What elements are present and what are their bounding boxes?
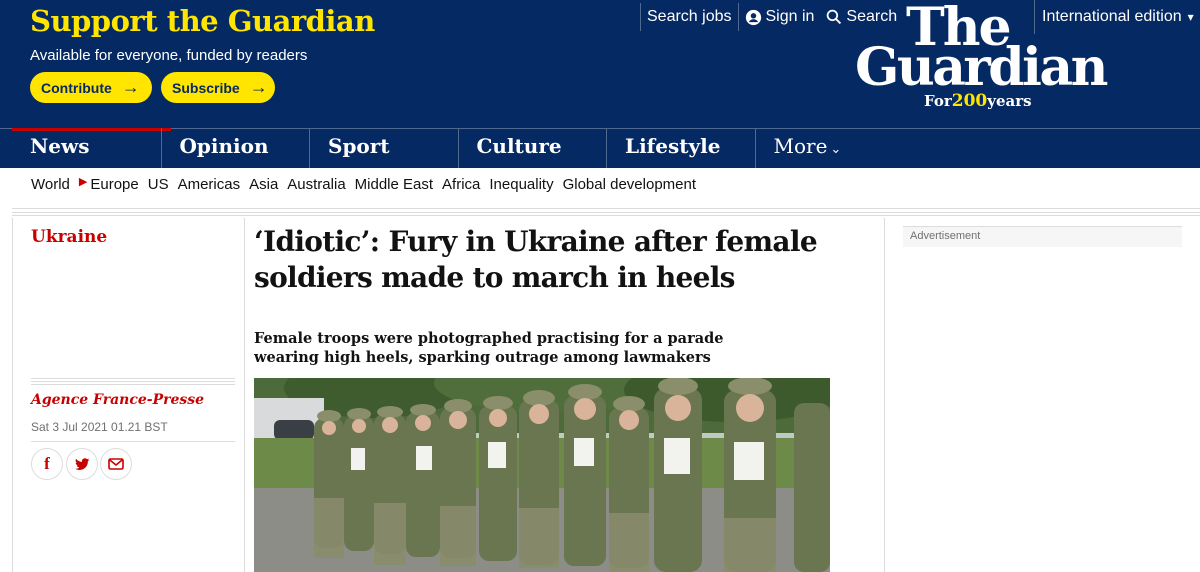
current-section-icon: ▶ bbox=[78, 176, 88, 188]
contribute-button[interactable]: Contribute → bbox=[30, 72, 152, 103]
subscribe-button[interactable]: Subscribe → bbox=[161, 72, 275, 103]
logo-for: For bbox=[924, 92, 952, 110]
divider bbox=[31, 378, 235, 386]
subnav-item-middle-east[interactable]: Middle East bbox=[355, 176, 433, 193]
email-icon bbox=[108, 458, 124, 470]
facebook-icon: f bbox=[44, 454, 50, 473]
pillar-sport[interactable]: Sport bbox=[309, 128, 458, 168]
subnav-item-europe[interactable]: Europe bbox=[90, 176, 138, 193]
search-jobs-label: Search jobs bbox=[647, 8, 732, 25]
subnav-item-world[interactable]: World bbox=[31, 176, 70, 193]
section-label[interactable]: Ukraine bbox=[31, 227, 107, 247]
user-icon bbox=[745, 9, 761, 25]
subnav-item-us[interactable]: US bbox=[148, 176, 169, 193]
subnav-item-global-development[interactable]: Global development bbox=[563, 176, 696, 193]
chevron-down-icon: ⌄ bbox=[830, 142, 842, 157]
pillar-culture[interactable]: Culture bbox=[457, 128, 607, 168]
search-link[interactable]: Search bbox=[820, 0, 903, 34]
edition-label: International edition bbox=[1042, 8, 1182, 25]
support-title: Support the Guardian bbox=[30, 4, 375, 38]
logo-guardian[interactable]: Guardian bbox=[855, 42, 1108, 94]
advertisement-label: Advertisement bbox=[903, 226, 1182, 247]
email-share-button[interactable] bbox=[100, 448, 132, 480]
masthead: Support the Guardian Available for every… bbox=[0, 0, 1200, 168]
subnav-item-asia[interactable]: Asia bbox=[249, 176, 278, 193]
article-headline: ‘Idiotic’: Fury in Ukraine after female … bbox=[254, 225, 818, 294]
subnav-item-americas[interactable]: Americas bbox=[178, 176, 241, 193]
top-links: Search jobs Sign in Search bbox=[640, 0, 903, 34]
byline[interactable]: Agence France-Presse bbox=[31, 392, 204, 408]
search-jobs-link[interactable]: Search jobs bbox=[641, 0, 738, 34]
facebook-share-button[interactable]: f bbox=[31, 448, 63, 480]
contribute-label: Contribute bbox=[41, 79, 112, 96]
divider bbox=[31, 441, 235, 442]
article-photo bbox=[254, 378, 830, 572]
twitter-icon bbox=[74, 457, 89, 470]
search-label: Search bbox=[846, 8, 898, 25]
arrow-right-icon: → bbox=[249, 77, 268, 97]
search-icon bbox=[827, 9, 842, 25]
more-menu[interactable]: More ⌄ bbox=[754, 128, 875, 168]
sign-in-label: Sign in bbox=[765, 8, 815, 25]
logo-years: years bbox=[987, 92, 1032, 110]
sign-in-link[interactable]: Sign in bbox=[739, 0, 821, 34]
subscribe-label: Subscribe bbox=[172, 79, 240, 96]
divider bbox=[12, 208, 1200, 218]
subnav-item-africa[interactable]: Africa bbox=[442, 176, 480, 193]
support-subtitle: Available for everyone, funded by reader… bbox=[30, 47, 308, 64]
divider bbox=[12, 218, 13, 572]
subnav-item-australia[interactable]: Australia bbox=[287, 176, 345, 193]
article-standfirst: Female troops were photographed practisi… bbox=[254, 330, 724, 366]
twitter-share-button[interactable] bbox=[66, 448, 98, 480]
pillar-nav: News Opinion Sport Culture Lifestyle Mor… bbox=[12, 128, 875, 168]
more-label: More bbox=[773, 134, 828, 158]
pillar-opinion[interactable]: Opinion bbox=[160, 128, 310, 168]
logo-tagline: For200years bbox=[924, 91, 1032, 111]
publish-date: Sat 3 Jul 2021 01.21 BST bbox=[31, 420, 168, 434]
subnav-item-inequality[interactable]: Inequality bbox=[489, 176, 553, 193]
divider bbox=[244, 218, 245, 572]
pillar-news[interactable]: News bbox=[12, 128, 171, 168]
divider bbox=[884, 218, 885, 572]
sub-nav: World ▶ Europe US Americas Asia Australi… bbox=[31, 176, 705, 193]
edition-selector[interactable]: International edition ▾ bbox=[1034, 0, 1194, 34]
arrow-right-icon: → bbox=[121, 77, 140, 97]
soldiers-marching-image bbox=[254, 378, 830, 572]
chevron-down-icon: ▾ bbox=[1187, 10, 1194, 24]
logo-years-number: 200 bbox=[951, 91, 988, 111]
pillar-lifestyle[interactable]: Lifestyle bbox=[606, 128, 755, 168]
